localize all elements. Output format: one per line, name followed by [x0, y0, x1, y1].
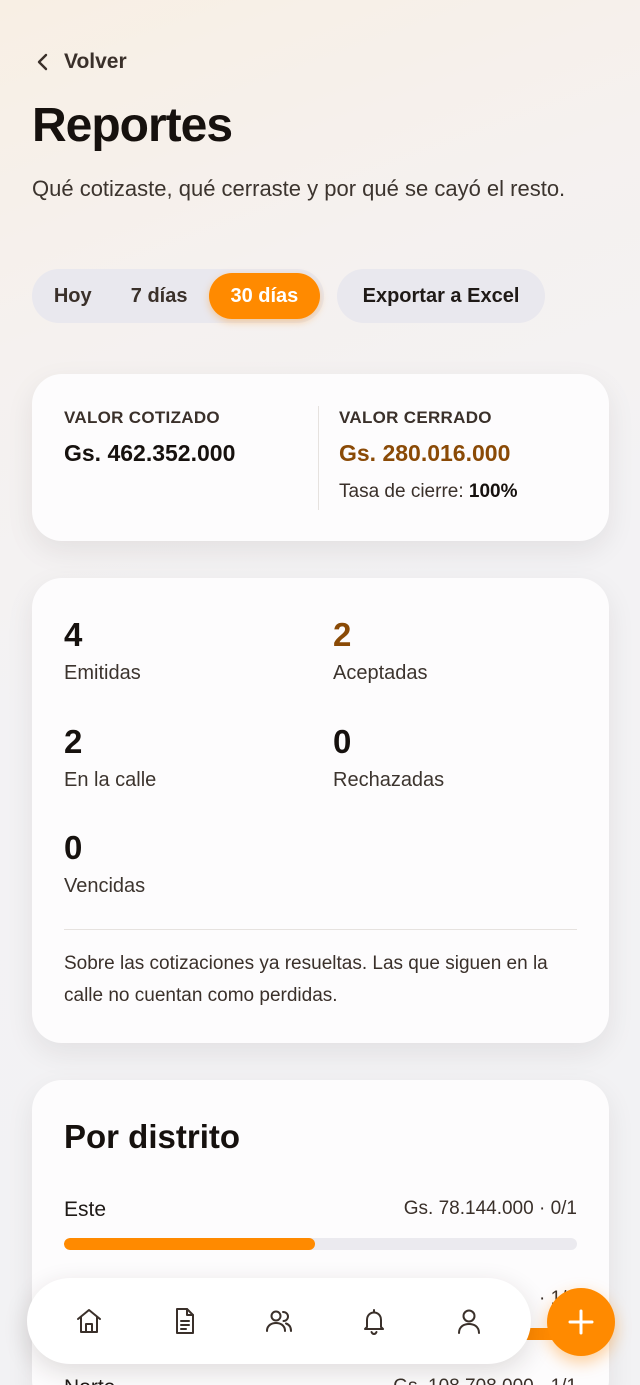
chevron-left-icon: [37, 53, 48, 71]
vertical-divider: [318, 406, 319, 510]
tab-clients[interactable]: [249, 1291, 309, 1351]
district-bar-fill: [64, 1238, 316, 1250]
page-subtitle: Qué cotizaste, qué cerraste y por qué se…: [32, 176, 566, 201]
district-value: Gs. 78.144.000 · 0/1: [403, 1198, 577, 1219]
district-name: Este: [64, 1198, 107, 1221]
closed-value-block: VALOR CERRADO Gs. 280.016.000 Tasa de ci…: [339, 408, 518, 503]
quoted-value-block: VALOR COTIZADO Gs. 462.352.000: [64, 408, 235, 467]
stat-aceptadas-label: Aceptadas: [333, 662, 428, 684]
bottom-tab-bar: [27, 1278, 531, 1364]
plus-icon: [568, 1309, 594, 1335]
stat-emitidas-value: 4: [64, 616, 83, 653]
stat-vencidas-value: 0: [64, 829, 83, 866]
back-button[interactable]: Volver: [34, 50, 127, 74]
stats-divider: [64, 929, 577, 930]
district-name: Norte: [64, 1376, 115, 1385]
stat-aceptadas: 2 Aceptadas: [333, 616, 428, 685]
stat-emitidas: 4 Emitidas: [64, 616, 141, 685]
users-icon: [265, 1310, 292, 1332]
stat-en-la-calle: 2 En la calle: [64, 723, 156, 792]
back-label: Volver: [64, 50, 127, 73]
tab-profile[interactable]: [439, 1291, 499, 1351]
stat-aceptadas-value: 2: [333, 616, 352, 653]
stat-emitidas-label: Emitidas: [64, 662, 141, 684]
period-today[interactable]: Hoy: [36, 273, 109, 319]
period-selector: Hoy 7 días 30 días: [32, 269, 324, 323]
closed-label: VALOR CERRADO: [339, 408, 492, 427]
closed-value: Gs. 280.016.000: [339, 440, 511, 466]
districts-title: Por distrito: [64, 1118, 241, 1155]
close-rate-value: 100%: [468, 481, 518, 502]
export-excel-button[interactable]: Exportar a Excel: [337, 269, 545, 323]
period-7-days[interactable]: 7 días: [109, 273, 208, 319]
stat-rechazadas-value: 0: [333, 723, 352, 760]
district-value: Gs. 108.708.000 · 1/1: [393, 1376, 577, 1385]
close-rate: Tasa de cierre: 100%: [339, 481, 518, 503]
stat-vencidas: 0 Vencidas: [64, 829, 145, 898]
quoted-label: VALOR COTIZADO: [64, 408, 220, 427]
bell-icon: [364, 1309, 385, 1335]
tab-notifications[interactable]: [344, 1291, 404, 1351]
stat-rechazadas-label: Rechazadas: [333, 769, 445, 791]
period-30-days[interactable]: 30 días: [208, 273, 320, 319]
document-icon: [175, 1308, 194, 1334]
tab-home[interactable]: [59, 1291, 119, 1351]
close-rate-label: Tasa de cierre:: [339, 481, 464, 502]
add-quote-button[interactable]: [547, 1288, 615, 1356]
home-icon: [76, 1309, 101, 1333]
tab-quotes[interactable]: [154, 1291, 214, 1351]
stat-en-la-calle-value: 2: [64, 723, 83, 760]
page-title: Reportes: [32, 99, 233, 152]
stat-rechazadas: 0 Rechazadas: [333, 723, 444, 792]
quoted-value: Gs. 462.352.000: [64, 440, 236, 466]
stat-en-la-calle-label: En la calle: [64, 769, 157, 791]
district-bar: [64, 1238, 577, 1250]
stat-vencidas-label: Vencidas: [64, 875, 146, 897]
user-icon: [458, 1309, 481, 1334]
values-card: VALOR COTIZADO Gs. 462.352.000 VALOR CER…: [32, 374, 609, 541]
stats-card: 4 Emitidas 2 Aceptadas 2 En la calle 0 R…: [32, 578, 609, 1043]
stats-note: Sobre las cotizaciones ya resueltas. Las…: [64, 953, 548, 1006]
